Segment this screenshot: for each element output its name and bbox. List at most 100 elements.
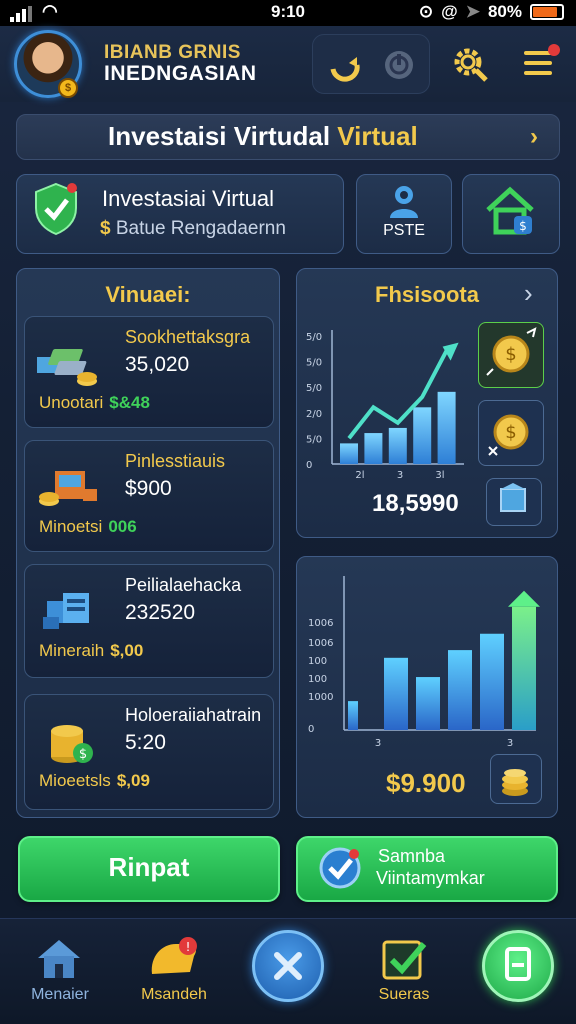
server-box-icon xyxy=(37,587,101,637)
house-icon: $ xyxy=(484,186,536,243)
portfolio-value: 18,5990 xyxy=(372,490,459,517)
investment-item[interactable]: Pinlesstiauis $900 Minoetsi 006 xyxy=(24,440,274,552)
bar xyxy=(512,606,536,730)
coin-exchange-icon: $ xyxy=(486,327,537,376)
alarm-icon: ⊙ xyxy=(418,2,434,21)
box-button[interactable] xyxy=(486,478,542,526)
y-tick-label: 5/0 xyxy=(306,358,322,369)
nav-item-msandeh[interactable]: Msandeh xyxy=(124,986,224,1004)
nav-tasks-icon[interactable] xyxy=(380,936,428,982)
svg-text:!: ! xyxy=(186,940,191,954)
investment-value: $900 xyxy=(125,477,172,500)
bar xyxy=(364,433,383,464)
trend-line xyxy=(347,349,449,440)
y-tick-label: 5/0 xyxy=(306,434,322,445)
y-tick-label: 1006 xyxy=(308,618,333,629)
svg-text:$: $ xyxy=(505,422,516,443)
growth-arrow xyxy=(508,590,540,607)
y-tick-label: 5/0 xyxy=(306,332,322,343)
y-tick-label: 100 xyxy=(308,656,327,667)
growth-value: $9.900 xyxy=(386,768,466,798)
coin-exchange-button[interactable]: $ xyxy=(478,322,544,388)
investment-value: 232520 xyxy=(125,601,196,624)
profile-button-label: PSTE xyxy=(383,222,425,239)
nav-wallet-icon[interactable]: ! xyxy=(146,934,202,982)
investment-value: 5:20 xyxy=(125,731,166,754)
secondary-action-label-2: Viintamymkar xyxy=(376,868,485,888)
coins-button[interactable] xyxy=(490,754,542,804)
nav-close-button[interactable] xyxy=(252,930,324,1002)
nav-item-menaier[interactable]: Menaier xyxy=(10,986,110,1004)
investment-meta: Mioeetsls $,09 xyxy=(39,771,150,790)
x-tick-label: 2l xyxy=(355,470,364,481)
refresh-icon[interactable] xyxy=(323,43,367,87)
bar xyxy=(416,677,440,730)
bar xyxy=(413,407,432,464)
chevron-right-icon[interactable]: › xyxy=(530,123,538,151)
nav-document-button[interactable] xyxy=(482,930,554,1002)
investment-meta: Mineraih $,00 xyxy=(39,641,144,660)
investment-name: Pinlesstiauis xyxy=(125,451,226,471)
coin-swap-icon: $ xyxy=(488,414,529,456)
app-subtitle: INEDNGASIAN xyxy=(104,62,257,85)
app-title: IBIANB GRNIS xyxy=(104,42,241,63)
bar xyxy=(480,633,504,730)
svg-text:$: $ xyxy=(79,747,87,762)
investment-name: Sookhettaksgra xyxy=(125,327,251,347)
investment-name: Holoeraiiahatrain xyxy=(125,705,262,725)
money-stack-icon xyxy=(29,339,101,389)
bar xyxy=(448,650,472,730)
nav-home-icon[interactable] xyxy=(34,936,84,980)
bar xyxy=(437,391,456,464)
y-tick-label: 5/0 xyxy=(306,383,322,394)
notification-dot xyxy=(548,44,560,56)
close-icon xyxy=(274,952,302,980)
crate-icon xyxy=(500,483,526,512)
banner-title: Investaisi Virtudal Virtual xyxy=(108,121,418,151)
investment-meta: Unootari $&48 xyxy=(39,393,150,412)
primary-action-label: Rinpat xyxy=(108,852,190,882)
info-title: Investasiai Virtual xyxy=(102,186,275,211)
y-tick-label: 100 xyxy=(308,674,327,685)
battery-icon xyxy=(530,4,564,20)
investment-meta: Minoetsi 006 xyxy=(39,517,137,536)
secondary-action-label-1: Samnba xyxy=(378,846,446,866)
chevron-right-icon[interactable]: › xyxy=(524,278,533,309)
coin-swap-button[interactable]: $ xyxy=(478,400,544,466)
power-icon[interactable] xyxy=(377,43,421,87)
bar xyxy=(388,427,407,464)
y-tick-label: 1006 xyxy=(308,638,333,649)
shield-check-icon xyxy=(32,182,80,236)
battery-text: 80% xyxy=(487,2,522,21)
investment-item[interactable]: $ Holoeraiiahatrain 5:20 Mioeetsls $,09 xyxy=(24,694,274,810)
y-tick-label: 1000 xyxy=(308,692,333,703)
x-tick-label: 3 xyxy=(375,738,381,749)
investment-item[interactable]: Peilialaehacka 232520 Mineraih $,00 xyxy=(24,564,274,678)
bar xyxy=(340,443,358,464)
coins-icon xyxy=(502,769,528,796)
y-tick-label: 0 xyxy=(308,724,314,735)
investment-item[interactable]: Sookhettaksgra 35,020 Unootari $&48 xyxy=(24,316,274,428)
nav-item-sueras[interactable]: Sueras xyxy=(354,986,454,1004)
settings-gear-icon[interactable] xyxy=(450,44,490,89)
y-tick-label: 2/0 xyxy=(306,409,322,420)
svg-text:$: $ xyxy=(505,344,516,365)
document-icon xyxy=(505,947,531,981)
sync-icon: @ xyxy=(441,2,458,21)
investment-name: Peilialaehacka xyxy=(125,575,242,595)
portfolio-bar-chart: 5/0 5/0 5/0 2/0 5/0 0 2l 3 3l xyxy=(306,330,464,481)
shop-crate-icon xyxy=(37,463,101,513)
growth-bar-chart: 1006 1006 100 100 1000 0 3 3 xyxy=(308,576,540,749)
y-tick-label: 0 xyxy=(306,460,312,471)
x-tick-label: 3l xyxy=(435,470,444,481)
bar xyxy=(384,657,408,730)
x-tick-label: 3 xyxy=(397,470,403,481)
user-icon xyxy=(388,184,420,223)
info-subtitle: $ Batue Rengadaernn xyxy=(100,218,286,239)
location-icon: ➤ xyxy=(465,2,480,21)
portfolio-title: Fhsisoota xyxy=(375,282,479,307)
coin-stack-icon: $ xyxy=(37,717,101,767)
coin-badge-icon: $ xyxy=(58,78,78,98)
svg-text:$: $ xyxy=(519,219,527,233)
x-tick-label: 3 xyxy=(507,738,513,749)
